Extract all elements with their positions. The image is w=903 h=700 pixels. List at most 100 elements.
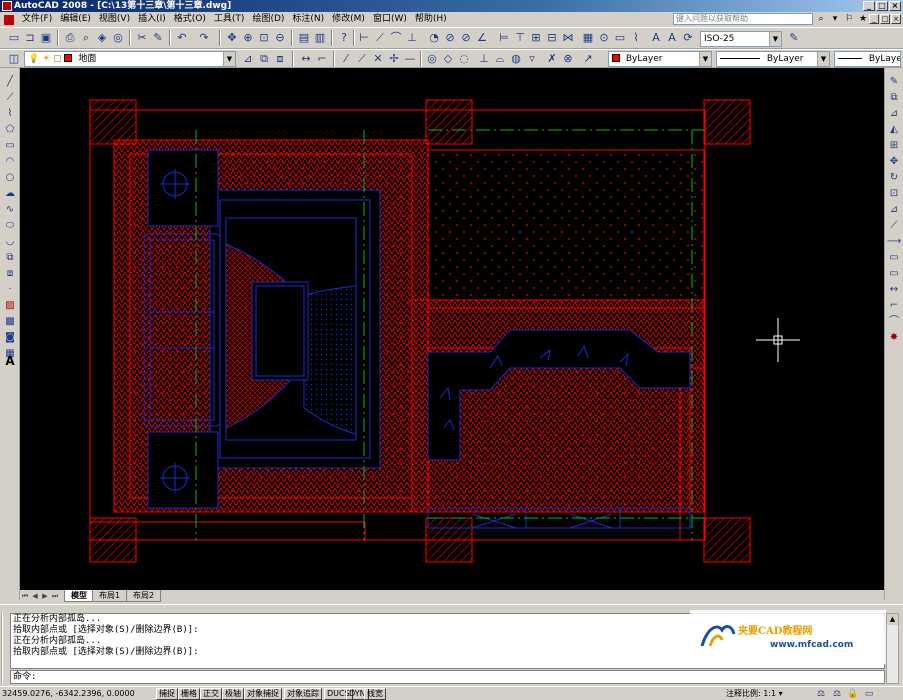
- fillet-icon[interactable]: ⌒: [886, 314, 902, 329]
- auto-scale-icon[interactable]: ⚖: [831, 688, 843, 700]
- help-search-input[interactable]: 键入问题以获取帮助: [673, 13, 813, 25]
- annotation-visibility-icon[interactable]: ⚖: [815, 688, 827, 700]
- quick-dim-icon[interactable]: ⊨: [496, 30, 512, 46]
- menu-dimension[interactable]: 标注(N): [288, 12, 328, 27]
- snap-center-icon[interactable]: ◌: [456, 51, 472, 67]
- polar-toggle[interactable]: 极轴: [222, 688, 244, 700]
- menu-help[interactable]: 帮助(H): [411, 12, 451, 27]
- tab-model[interactable]: 模型: [64, 590, 94, 602]
- 3d-dwf-icon[interactable]: ◎: [110, 30, 126, 46]
- rectangle-icon[interactable]: ▭: [2, 138, 18, 153]
- tab-last-icon[interactable]: ⏭: [50, 591, 60, 601]
- ordinate-dim-icon[interactable]: ⊥: [404, 30, 420, 46]
- make-current-layer-icon[interactable]: ⊿: [240, 51, 256, 67]
- menu-modify[interactable]: 修改(M): [328, 12, 369, 27]
- doc-restore-button[interactable]: □: [880, 14, 890, 24]
- angular-dim-icon[interactable]: ∠: [474, 30, 490, 46]
- menu-tools[interactable]: 工具(T): [210, 12, 249, 27]
- diameter-dim-icon[interactable]: ⊘: [458, 30, 474, 46]
- region-icon[interactable]: ◙: [2, 330, 18, 345]
- extend-icon[interactable]: ⟶: [886, 234, 902, 249]
- zoom-previous-icon[interactable]: ⊖: [272, 30, 288, 46]
- properties-icon[interactable]: ▤: [296, 30, 312, 46]
- inspect-icon[interactable]: ▭: [612, 30, 628, 46]
- offset-icon[interactable]: ⁄: [338, 51, 354, 67]
- extend-icon[interactable]: ⟋: [354, 51, 370, 67]
- gradient-icon[interactable]: ▩: [2, 314, 18, 329]
- join-icon[interactable]: —: [402, 51, 418, 67]
- jogged-dim-icon[interactable]: ⊘: [442, 30, 458, 46]
- dim-update-icon[interactable]: ⟳: [680, 30, 696, 46]
- break-icon[interactable]: ▭: [886, 266, 902, 281]
- aligned-dim-icon[interactable]: ⟋: [372, 30, 388, 46]
- construction-line-icon[interactable]: ⟋: [2, 90, 18, 105]
- undo-icon[interactable]: ↶: [174, 30, 190, 46]
- join-icon[interactable]: ↔: [886, 282, 902, 297]
- grid-toggle[interactable]: 栅格: [178, 688, 200, 700]
- chevron-down-icon[interactable]: ▼: [817, 52, 829, 66]
- tolerance-icon[interactable]: ▦: [580, 30, 596, 46]
- offset-icon[interactable]: ◭: [886, 122, 902, 137]
- snap-tangent-icon[interactable]: ⌓: [492, 51, 508, 67]
- document-icon[interactable]: [4, 14, 14, 25]
- dim-space-icon[interactable]: ⊟: [544, 30, 560, 46]
- layer-previous-icon[interactable]: ⧉: [256, 51, 272, 67]
- revision-cloud-icon[interactable]: ☁: [2, 186, 18, 201]
- menu-draw[interactable]: 绘图(D): [248, 12, 288, 27]
- hatch-icon[interactable]: ▨: [2, 298, 18, 313]
- arc-icon[interactable]: ◠: [2, 154, 18, 169]
- menu-window[interactable]: 窗口(W): [369, 12, 411, 27]
- publish-icon[interactable]: ◈: [94, 30, 110, 46]
- doc-minimize-button[interactable]: _: [869, 14, 879, 24]
- redo-icon[interactable]: ↷: [196, 30, 212, 46]
- break-icon[interactable]: ✢: [386, 51, 402, 67]
- search-icon[interactable]: ⌕: [815, 13, 827, 25]
- center-mark-icon[interactable]: ⊙: [596, 30, 612, 46]
- array-icon[interactable]: ⊞: [886, 138, 902, 153]
- match-properties-icon[interactable]: ✎: [150, 30, 166, 46]
- zoom-realtime-icon[interactable]: ⊕: [240, 30, 256, 46]
- polygon-icon[interactable]: ⬠: [2, 122, 18, 137]
- dim-text-edit-icon[interactable]: A: [664, 30, 680, 46]
- snap-nearest-icon[interactable]: ↗: [580, 51, 596, 67]
- color-select[interactable]: ByLayer ▼: [608, 51, 712, 67]
- lock-icon[interactable]: 🔒: [847, 688, 859, 700]
- multiline-text-icon[interactable]: A: [2, 354, 18, 369]
- chevron-down-icon[interactable]: ▼: [223, 52, 235, 66]
- command-window-grip[interactable]: [1, 613, 7, 684]
- close-button[interactable]: ×: [889, 1, 901, 11]
- ortho-toggle[interactable]: 正交: [200, 688, 222, 700]
- trim-icon[interactable]: ⟋: [886, 218, 902, 233]
- dimstyle-select[interactable]: ISO-25 ▼: [700, 31, 782, 47]
- snap-toggle[interactable]: 捕捉: [156, 688, 178, 700]
- circle-icon[interactable]: ○: [2, 170, 18, 185]
- autocad-app-icon[interactable]: [2, 1, 12, 11]
- jogged-linear-icon[interactable]: ⌇: [628, 30, 644, 46]
- info-center-icon[interactable]: ▾: [829, 13, 841, 25]
- dim-edit-icon[interactable]: A: [648, 30, 664, 46]
- point-icon[interactable]: ·: [2, 282, 18, 297]
- layer-states-icon[interactable]: ⧈: [272, 51, 288, 67]
- radius-dim-icon[interactable]: ◔: [426, 30, 442, 46]
- move-icon[interactable]: ✥: [886, 154, 902, 169]
- layer-on-icon[interactable]: 💡: [28, 54, 39, 64]
- menu-view[interactable]: 视图(V): [95, 12, 134, 27]
- trim-icon[interactable]: ✕: [370, 51, 386, 67]
- chevron-down-icon[interactable]: ▼: [769, 32, 781, 46]
- favorites-icon[interactable]: ★: [857, 13, 869, 25]
- linetype-select[interactable]: ByLayer ▼: [716, 51, 830, 67]
- tab-layout2[interactable]: 布局2: [126, 590, 162, 602]
- continue-dim-icon[interactable]: ⊞: [528, 30, 544, 46]
- snap-midpoint-icon[interactable]: ◇: [440, 51, 456, 67]
- rotate-icon[interactable]: ↻: [886, 170, 902, 185]
- tab-layout1[interactable]: 布局1: [92, 590, 128, 602]
- help-icon[interactable]: ?: [336, 30, 352, 46]
- explode-icon[interactable]: ✸: [886, 330, 902, 345]
- snap-perpendicular-icon[interactable]: ⊥: [476, 51, 492, 67]
- zoom-window-icon[interactable]: ⊡: [256, 30, 272, 46]
- menu-file[interactable]: 文件(F): [18, 12, 56, 27]
- drawing-area[interactable]: [20, 68, 884, 590]
- layer-select[interactable]: 💡 ☀ ▢ 地面 ▼: [24, 51, 236, 67]
- communication-center-icon[interactable]: ⚐: [843, 13, 855, 25]
- menu-edit[interactable]: 编辑(E): [56, 12, 95, 27]
